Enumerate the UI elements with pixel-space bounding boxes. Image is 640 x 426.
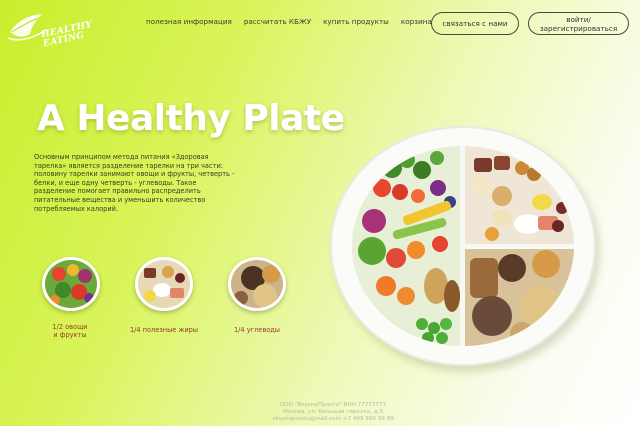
footer-company: ООО "ВкусноПросто" ИНН 77777777: [279, 402, 387, 408]
proteins-photo-icon: [138, 260, 190, 308]
page-title: A Healthy Plate: [37, 98, 345, 139]
nav-item-useful-info[interactable]: полезная информация: [146, 17, 232, 26]
hero-description: Основным принципом метода питания «Здоро…: [34, 153, 235, 213]
nav-item-cart[interactable]: корзина: [401, 17, 432, 26]
footer-contacts: vkusnoprosto@mail.com +7 499 999 99 99: [272, 416, 394, 422]
healthy-plate-image: [330, 126, 602, 372]
portion-label-vegetables: 1/2 овощи и фрукты: [52, 323, 88, 339]
nav-item-calculate-kbju[interactable]: рассчитать КБЖУ: [244, 17, 311, 26]
contact-button[interactable]: связаться с нами: [431, 12, 519, 35]
logo[interactable]: HEALTHY EATING: [6, 8, 93, 52]
plate-food-illustration: [352, 146, 574, 346]
portion-thumb-proteins[interactable]: [135, 257, 193, 311]
portion-label-proteins: 1/4 полезные жиры: [129, 326, 199, 334]
footer-address: Москва, ул. Большая тарелка, д.5: [282, 409, 384, 415]
plate: [330, 126, 596, 366]
main-nav: полезная информация рассчитать КБЖУ купи…: [146, 17, 432, 26]
footer: ООО "ВкусноПросто" ИНН 77777777 Москва, …: [260, 402, 406, 423]
plate-food: [352, 146, 574, 346]
portion-label-grains: 1/4 углеводы: [233, 326, 281, 334]
login-register-button[interactable]: войти/зарегистрироваться: [528, 12, 629, 35]
portion-thumb-grains[interactable]: [228, 257, 286, 311]
nav-item-buy-products[interactable]: купить продукты: [323, 17, 389, 26]
grains-photo-icon: [231, 260, 283, 308]
portion-thumb-vegetables[interactable]: [42, 257, 100, 311]
vegetables-photo-icon: [45, 260, 97, 308]
